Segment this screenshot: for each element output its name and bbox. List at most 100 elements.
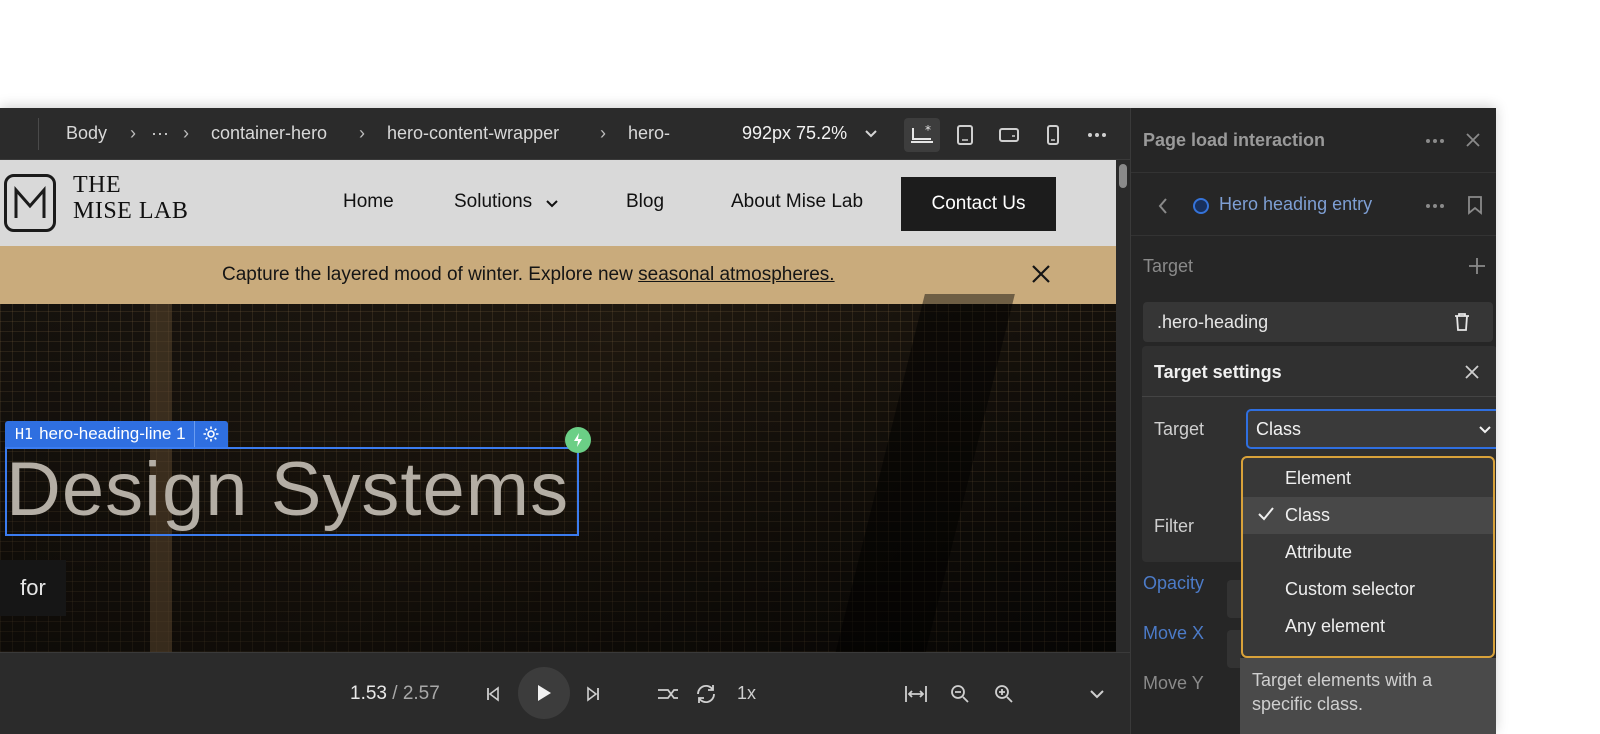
time-separator: / xyxy=(386,683,403,704)
target-type-dropdown: Element Class Attribute Custom selector … xyxy=(1241,456,1495,658)
collapse-chevron-icon[interactable] xyxy=(1084,681,1110,707)
breadcrumb-chevron-icon: › xyxy=(600,123,606,143)
interaction-entry-name[interactable]: Hero heading entry xyxy=(1219,194,1372,215)
tooltip-text: Target elements with a specific class. xyxy=(1252,670,1433,714)
current-time: 1.53 xyxy=(350,683,387,704)
interaction-entry-row: Hero heading entry xyxy=(1131,172,1496,236)
fit-width-icon[interactable] xyxy=(903,681,929,707)
toolbar-divider xyxy=(38,118,39,150)
banner-message: Capture the layered mood of winter. Expl… xyxy=(222,264,639,285)
playback-speed[interactable]: 1x xyxy=(737,683,756,704)
logo-mark-icon[interactable] xyxy=(4,174,56,232)
target-type-value: Class xyxy=(1256,419,1302,439)
breadcrumb-hero-content-wrapper[interactable]: hero-content-wrapper xyxy=(387,123,559,144)
loop-icon[interactable] xyxy=(693,681,719,707)
viewport-zoom[interactable]: 992px 75.2% xyxy=(742,123,847,144)
trash-icon[interactable] xyxy=(1453,312,1471,332)
skip-back-icon[interactable] xyxy=(480,681,506,707)
logo-wordmark[interactable]: THE MISE LAB xyxy=(73,172,188,224)
playback-time: 1.53 / 2.57 xyxy=(350,683,440,705)
site-navbar: THE MISE LAB Home Solutions Blog About M… xyxy=(0,160,1116,246)
breadcrumb-container-hero[interactable]: container-hero xyxy=(211,123,327,144)
move-x-field[interactable] xyxy=(1227,630,1241,668)
zoom-in-icon[interactable] xyxy=(991,681,1017,707)
scrollbar-thumb[interactable] xyxy=(1119,164,1127,188)
option-label: Element xyxy=(1285,468,1352,488)
close-icon[interactable] xyxy=(1465,132,1481,148)
banner-link[interactable]: seasonal atmospheres. xyxy=(638,264,834,285)
design-canvas[interactable]: THE MISE LAB Home Solutions Blog About M… xyxy=(0,160,1116,652)
breadcrumb-hero[interactable]: hero- xyxy=(628,123,670,144)
gear-icon[interactable] xyxy=(193,421,228,447)
bookmark-icon[interactable] xyxy=(1467,195,1483,215)
breadcrumb-ellipsis[interactable]: ··· xyxy=(151,123,169,144)
nav-link-about[interactable]: About Mise Lab xyxy=(731,191,863,213)
check-icon xyxy=(1258,507,1274,521)
skip-forward-icon[interactable] xyxy=(580,681,606,707)
mobile-portrait-icon[interactable] xyxy=(1035,118,1071,152)
selection-outline xyxy=(5,447,579,536)
hero-subheading[interactable]: for xyxy=(0,560,66,616)
target-type-label: Target xyxy=(1154,419,1205,439)
breadcrumb-body[interactable]: Body xyxy=(66,123,107,144)
property-move-y-label[interactable]: Move Y xyxy=(1143,673,1204,694)
divider xyxy=(1142,396,1496,397)
logo-line-2: MISE LAB xyxy=(73,198,189,224)
nav-link-solutions[interactable]: Solutions xyxy=(454,191,532,213)
top-toolbar: Body › ··· › container-hero › hero-conte… xyxy=(0,108,1130,160)
banner-text: Capture the layered mood of winter. Expl… xyxy=(222,264,835,286)
selection-tag-type: H1 xyxy=(15,425,34,443)
nav-link-blog[interactable]: Blog xyxy=(626,191,664,213)
filter-label: Filter xyxy=(1154,516,1194,536)
mobile-landscape-icon[interactable] xyxy=(991,118,1027,152)
chevron-down-icon[interactable] xyxy=(545,198,559,210)
logo-line-1: THE xyxy=(73,172,122,198)
nav-link-home[interactable]: Home xyxy=(343,191,394,213)
hero-beam xyxy=(835,294,1015,652)
close-icon[interactable] xyxy=(1464,364,1480,380)
chevron-down-icon xyxy=(1479,426,1491,434)
option-label: Any element xyxy=(1285,616,1386,636)
panel-title: Page load interaction xyxy=(1143,130,1326,150)
svg-text:*: * xyxy=(925,124,931,137)
option-description-tooltip: Target elements with a specific class. xyxy=(1240,658,1496,734)
tablet-breakpoint-icon[interactable] xyxy=(947,118,983,152)
property-move-x-label[interactable]: Move X xyxy=(1143,623,1204,644)
option-label: Custom selector xyxy=(1285,579,1416,599)
selection-label[interactable]: H1 hero-heading-line 1 xyxy=(5,421,228,447)
opacity-field[interactable] xyxy=(1227,580,1241,618)
target-settings-title: Target settings xyxy=(1154,362,1282,382)
more-options-icon[interactable] xyxy=(1079,118,1115,152)
playback-bar: 1.53 / 2.57 1x xyxy=(0,652,1130,734)
more-options-icon[interactable] xyxy=(1425,203,1445,209)
contact-us-button[interactable]: Contact Us xyxy=(901,177,1056,231)
more-options-icon[interactable] xyxy=(1425,138,1445,144)
interaction-bolt-icon[interactable] xyxy=(565,427,591,453)
zoom-out-icon[interactable] xyxy=(947,681,973,707)
close-icon[interactable] xyxy=(1030,263,1052,285)
chevron-down-icon[interactable] xyxy=(864,127,878,141)
transition-icon[interactable] xyxy=(655,681,681,707)
option-label: Attribute xyxy=(1285,542,1353,562)
target-selector-field[interactable]: .hero-heading xyxy=(1143,302,1493,342)
breadcrumb-chevron-icon: › xyxy=(130,123,136,143)
desktop-breakpoint-icon[interactable]: * xyxy=(904,118,940,152)
dropdown-option-class[interactable]: Class xyxy=(1243,497,1493,534)
play-button[interactable] xyxy=(518,667,570,719)
dropdown-option-any-element[interactable]: Any element xyxy=(1243,608,1493,645)
target-type-select[interactable]: Class xyxy=(1246,409,1496,449)
dropdown-option-custom-selector[interactable]: Custom selector xyxy=(1243,571,1493,608)
breadcrumb-chevron-icon: › xyxy=(183,123,189,143)
add-icon[interactable] xyxy=(1467,256,1487,276)
canvas-scrollbar[interactable] xyxy=(1116,160,1130,652)
selection-element-name: hero-heading-line 1 xyxy=(39,424,186,443)
dropdown-option-element[interactable]: Element xyxy=(1243,460,1493,497)
dropdown-option-attribute[interactable]: Attribute xyxy=(1243,534,1493,571)
breadcrumb-chevron-icon: › xyxy=(359,123,365,143)
play-icon xyxy=(538,685,551,701)
property-opacity-label[interactable]: Opacity xyxy=(1143,573,1204,594)
back-chevron-icon[interactable] xyxy=(1157,197,1169,215)
option-label: Class xyxy=(1285,505,1331,525)
target-selector-value: .hero-heading xyxy=(1157,312,1269,332)
total-time: 2.57 xyxy=(402,683,440,704)
